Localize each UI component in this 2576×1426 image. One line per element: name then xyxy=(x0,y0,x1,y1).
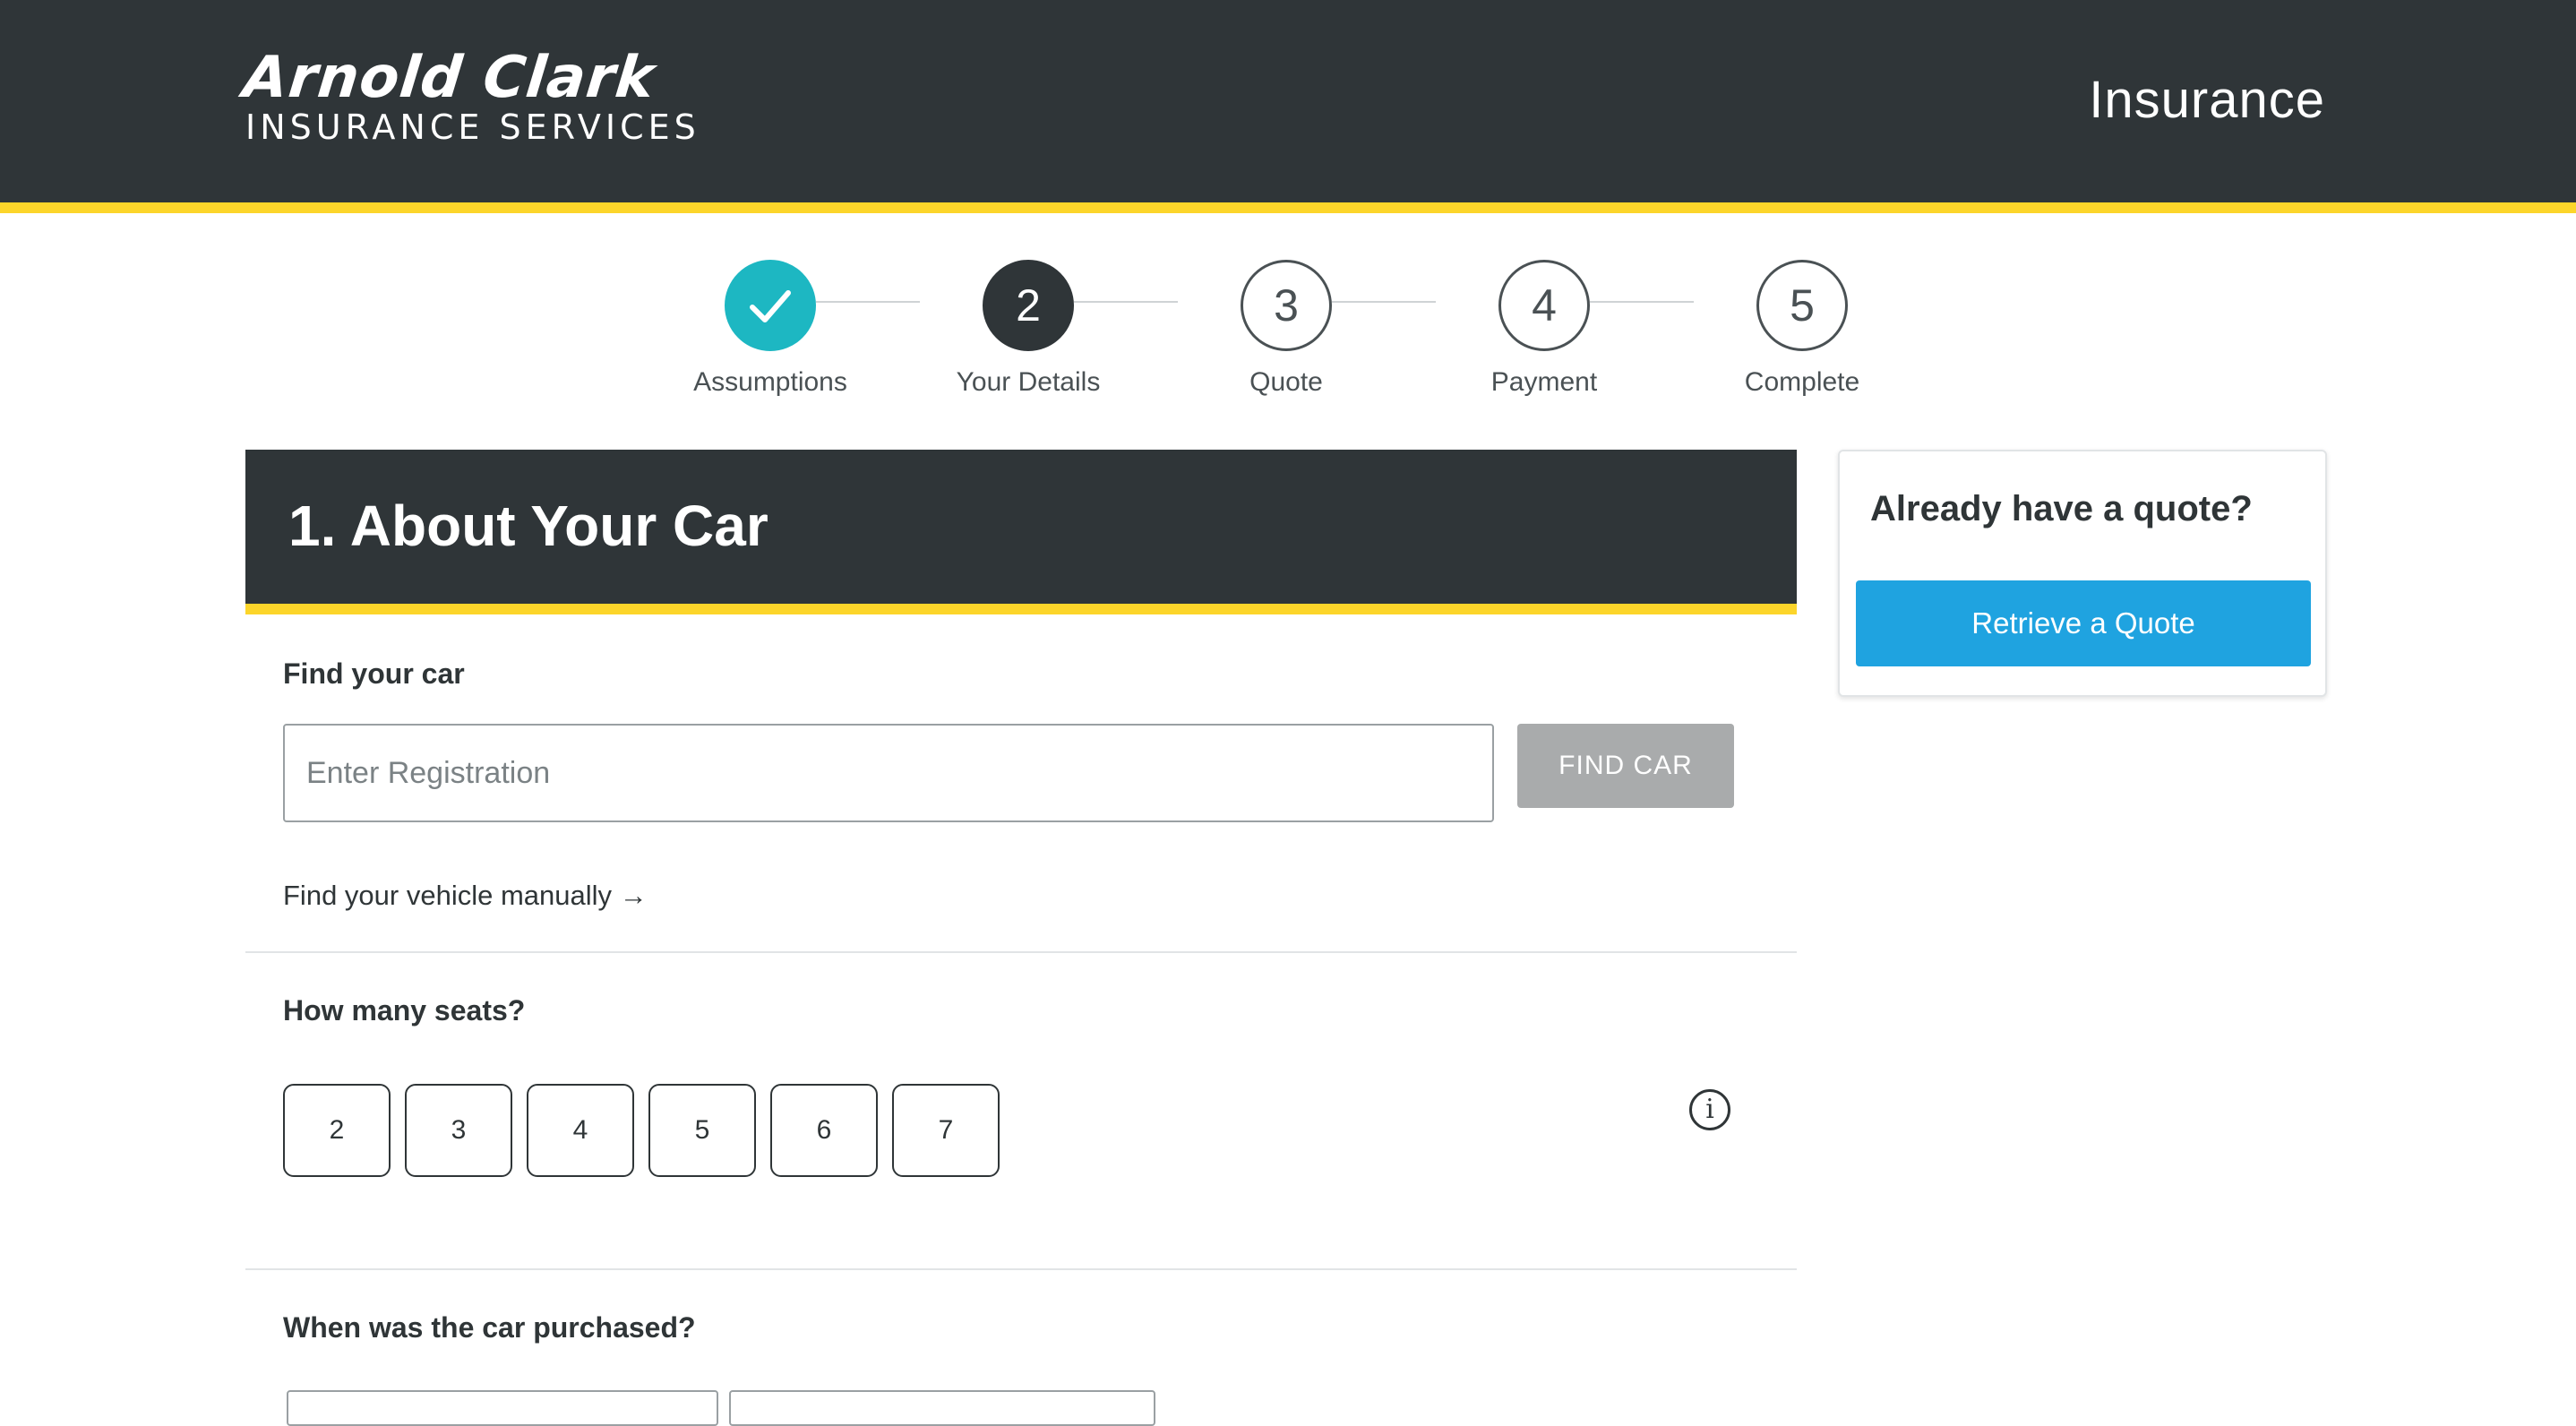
purchase-year-select[interactable] xyxy=(729,1390,1155,1426)
section-header: 1. About Your Car xyxy=(245,450,1797,604)
step-label: Complete xyxy=(1744,367,1860,397)
logo-brand-name: Arnold Clark xyxy=(240,45,658,111)
find-car-label: Find your car xyxy=(283,657,465,690)
seat-option-6[interactable]: 6 xyxy=(770,1084,878,1177)
retrieve-quote-card: Already have a quote? Retrieve a Quote xyxy=(1838,450,2327,697)
checkmark-icon xyxy=(750,290,791,322)
header-accent-stripe xyxy=(0,202,2576,213)
site-header: Arnold Clark INSURANCE SERVICES Insuranc… xyxy=(0,0,2576,202)
seat-option-4[interactable]: 4 xyxy=(527,1084,634,1177)
seat-option-2[interactable]: 2 xyxy=(283,1084,391,1177)
section-divider xyxy=(245,1268,1797,1270)
step-assumptions[interactable]: Assumptions xyxy=(663,260,878,412)
find-vehicle-manually-link[interactable]: Find your vehicle manually → xyxy=(283,880,648,912)
step-complete: 5 Complete xyxy=(1695,260,1910,412)
seat-option-3[interactable]: 3 xyxy=(405,1084,512,1177)
step-label: Your Details xyxy=(956,367,1101,397)
nav-insurance-link[interactable]: Insurance xyxy=(2089,70,2325,130)
retrieve-quote-button[interactable]: Retrieve a Quote xyxy=(1856,580,2311,666)
logo-subtitle: INSURANCE SERVICES xyxy=(245,107,700,147)
step-label: Quote xyxy=(1249,367,1323,397)
section-title: 1. About Your Car xyxy=(288,494,769,558)
step-your-details[interactable]: 2 Your Details xyxy=(921,260,1136,412)
arnold-clark-logo[interactable]: Arnold Clark INSURANCE SERVICES xyxy=(240,45,754,152)
step-number: 5 xyxy=(1756,260,1848,351)
seat-option-7[interactable]: 7 xyxy=(892,1084,1000,1177)
step-payment: 4 Payment xyxy=(1437,260,1652,412)
seats-label: How many seats? xyxy=(283,994,526,1027)
info-icon[interactable]: i xyxy=(1689,1089,1730,1130)
seat-option-5[interactable]: 5 xyxy=(648,1084,756,1177)
step-number: 4 xyxy=(1498,260,1590,351)
step-quote: 3 Quote xyxy=(1179,260,1394,412)
step-label: Payment xyxy=(1490,367,1598,397)
progress-steps: Assumptions 2 Your Details 3 Quote 4 Pay… xyxy=(663,260,1917,412)
section-divider xyxy=(245,951,1797,953)
step-complete-indicator xyxy=(725,260,816,351)
purchase-date-label: When was the car purchased? xyxy=(283,1311,696,1344)
registration-input[interactable] xyxy=(283,724,1494,822)
step-label: Assumptions xyxy=(693,367,847,397)
purchase-month-select[interactable] xyxy=(287,1390,718,1426)
retrieve-quote-title: Already have a quote? xyxy=(1870,489,2253,528)
find-car-button[interactable]: FIND CAR xyxy=(1517,724,1734,808)
step-number: 3 xyxy=(1241,260,1332,351)
section-accent-stripe xyxy=(245,604,1797,614)
step-number: 2 xyxy=(983,260,1074,351)
